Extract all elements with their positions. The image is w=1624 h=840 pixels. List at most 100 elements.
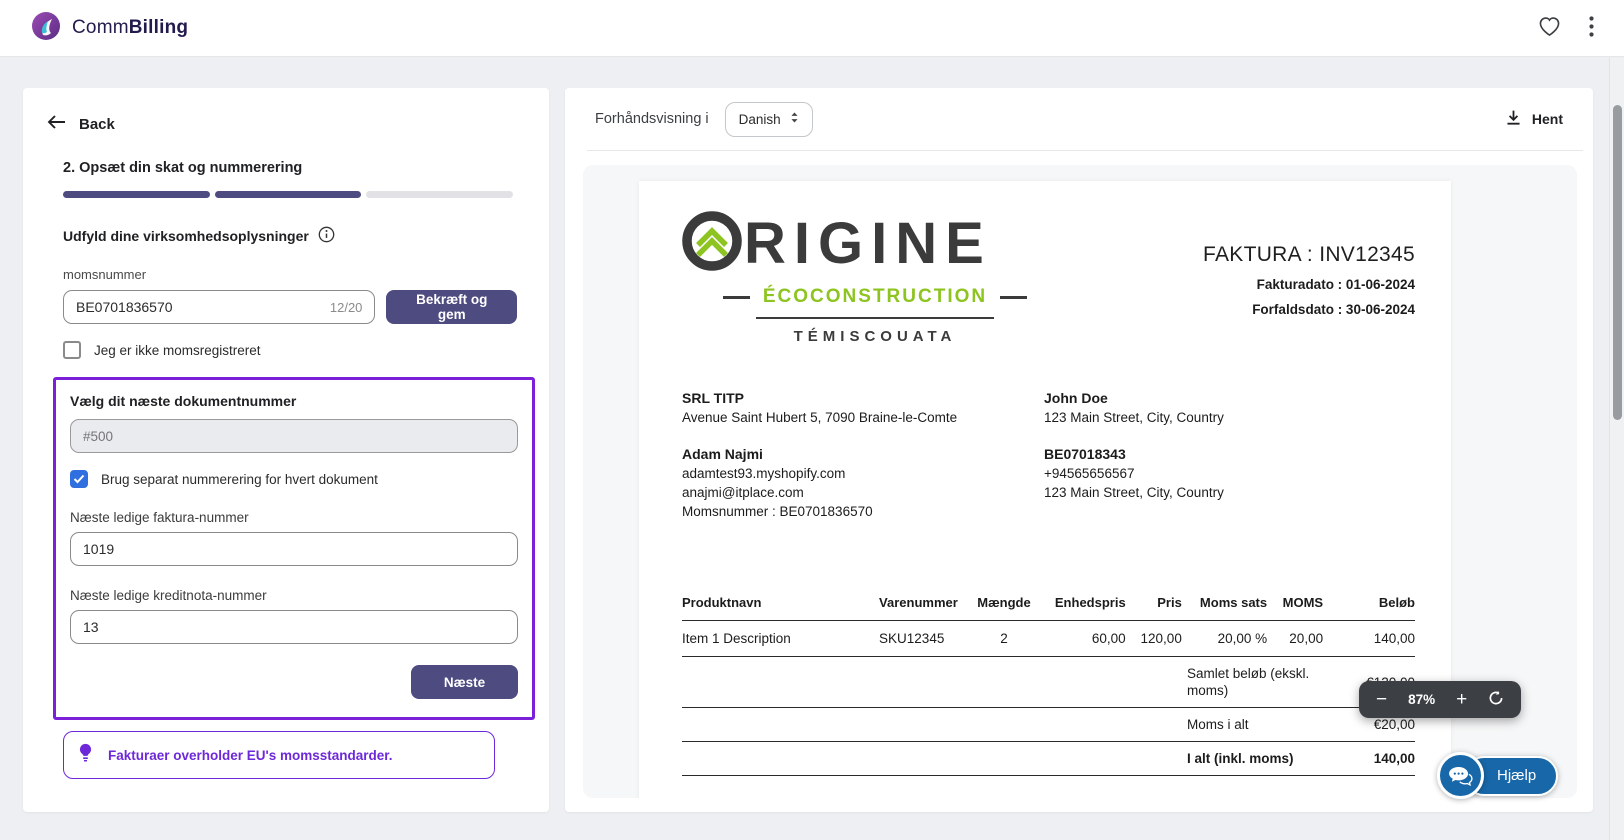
updown-arrows-icon <box>790 111 799 127</box>
header-divider <box>587 150 1583 151</box>
zoom-reset-button[interactable] <box>1488 690 1504 710</box>
progress-bar <box>63 191 514 198</box>
download-button[interactable]: Hent <box>1505 109 1563 129</box>
subtotal-row: Samlet beløb (ekskl. moms) €120,00 <box>682 657 1415 708</box>
table-header-cell: Varenummer <box>873 591 970 621</box>
table-header-cell: Moms sats <box>1181 591 1268 621</box>
seller-company: SRL TITP <box>682 390 744 406</box>
next-button[interactable]: Næste <box>411 665 518 699</box>
arrow-left-icon <box>47 115 66 133</box>
vat-number-input[interactable] <box>76 299 330 315</box>
table-cell: 2 <box>969 620 1039 657</box>
setup-wizard-panel: Back 2. Opsæt din skat og nummerering Ud… <box>23 88 549 812</box>
table-row: Item 1 Description SKU12345 2 60,00 120,… <box>682 620 1415 657</box>
logo-subtitle: ÉCOCONSTRUCTION <box>762 286 988 307</box>
language-select[interactable]: Danish <box>724 101 813 137</box>
character-counter: 12/20 <box>329 299 363 315</box>
buyer-address-2: 123 Main Street, City, Country <box>1044 485 1224 500</box>
grand-total-row: I alt (inkl. moms) 140,00 <box>682 742 1415 776</box>
table-header-cell: Produktnavn <box>682 591 874 621</box>
separate-numbering-label: Brug separat nummerering for hvert dokum… <box>101 471 378 487</box>
next-credit-note-input[interactable] <box>83 619 505 635</box>
download-icon <box>1505 109 1522 129</box>
vat-total-label: Moms i alt <box>1187 717 1249 732</box>
logo-wordmark: RIGINE <box>744 210 992 276</box>
reset-rotate-icon <box>1488 690 1504 711</box>
progress-segment <box>366 191 514 198</box>
back-label: Back <box>79 115 115 133</box>
logo-o-chevron-icon <box>682 211 742 276</box>
grand-total-value: 140,00 <box>1373 751 1415 766</box>
vat-total-row: Moms i alt €20,00 <box>682 708 1415 742</box>
seller-address-block: SRL TITP Avenue Saint Hubert 5, 7090 Bra… <box>682 389 1044 521</box>
seller-address: Avenue Saint Hubert 5, 7090 Braine-le-Co… <box>682 410 958 425</box>
checkmark-icon <box>73 472 85 487</box>
not-vat-registered-checkbox[interactable] <box>63 341 81 359</box>
subtotal-label: Samlet beløb (ekskl. moms) <box>1187 666 1310 698</box>
back-button[interactable]: Back <box>47 115 115 133</box>
invoice-logo: RIGINE ÉCOCONSTRUCTION TÉMISCOUATA <box>682 211 1082 345</box>
invoice-due-date: Forfaldsdato : 30-06-2024 <box>1252 302 1415 317</box>
favorites-button[interactable] <box>1538 16 1561 40</box>
separate-numbering-checkbox[interactable] <box>70 470 88 488</box>
brand-logo-icon <box>30 10 62 47</box>
zoom-level: 87% <box>1408 692 1436 707</box>
download-label: Hent <box>1531 111 1563 127</box>
table-cell: 120,00 <box>1125 620 1182 657</box>
info-icon[interactable] <box>318 226 335 246</box>
progress-segment <box>63 191 210 198</box>
brand-logo: CommBilling <box>30 10 188 47</box>
next-credit-note-label: Næste ledige kreditnota-nummer <box>70 588 267 603</box>
invoice-document: RIGINE ÉCOCONSTRUCTION TÉMISCOUATA FAKTU… <box>639 181 1451 798</box>
next-invoice-field-shell <box>70 532 518 566</box>
help-widget[interactable]: Hjælp <box>1437 752 1559 799</box>
brand-name: CommBilling <box>72 17 189 38</box>
preview-header: Forhåndsvisning i Danish Hent <box>565 88 1593 150</box>
vat-number-field-shell: 12/20 <box>63 290 376 324</box>
doc-number-field-shell <box>70 419 518 453</box>
logo-dash <box>722 295 750 299</box>
zoom-toolbar: − 87% + <box>1359 681 1522 718</box>
seller-website: adamtest93.myshopify.com <box>682 466 846 481</box>
invoice-title: FAKTURA : INV12345 <box>1203 243 1415 266</box>
buyer-name: John Doe <box>1044 390 1108 406</box>
overflow-menu-button[interactable] <box>1589 16 1594 40</box>
table-header-cell: Pris <box>1125 591 1182 621</box>
seller-contact: Adam Najmi <box>682 446 763 462</box>
company-section-title: Udfyld dine virksomhedsoplysninger <box>63 228 309 244</box>
top-app-bar: CommBilling <box>0 0 1624 57</box>
chat-bubbles-icon <box>1437 752 1484 799</box>
compliance-tip-box: Fakturaer overholder EU's momsstandarder… <box>63 731 495 779</box>
seller-email: anajmi@itplace.com <box>682 485 804 500</box>
not-vat-registered-label: Jeg er ikke momsregistreret <box>94 342 261 358</box>
logo-dash <box>1000 295 1028 299</box>
buyer-address-block: John Doe 123 Main Street, City, Country … <box>1044 389 1224 521</box>
table-cell: 60,00 <box>1038 620 1126 657</box>
scrollbar-thumb[interactable] <box>1613 105 1622 420</box>
vat-total-value: €20,00 <box>1373 717 1415 732</box>
confirm-save-button[interactable]: Bekræft og gem <box>386 290 517 324</box>
logo-tagline: TÉMISCOUATA <box>793 328 957 345</box>
next-invoice-number-label: Næste ledige faktura-nummer <box>70 510 249 525</box>
next-credit-note-field-shell <box>70 610 518 644</box>
table-header-cell: Mængde <box>969 591 1039 621</box>
zoom-in-button[interactable]: + <box>1456 690 1467 709</box>
grand-total-label: I alt (inkl. moms) <box>1187 751 1294 766</box>
zoom-out-button[interactable]: − <box>1376 690 1387 709</box>
document-number-highlight-box: Vælg dit næste dokumentnummer Brug separ… <box>53 377 535 720</box>
compliance-tip-text: Fakturaer overholder EU's momsstandarder… <box>108 747 393 763</box>
step-title: 2. Opsæt din skat og nummerering <box>63 160 303 176</box>
table-header-row: Produktnavn Varenummer Mængde Enhedspris… <box>682 591 1415 621</box>
page-scrollbar <box>1609 58 1624 840</box>
table-cell: Item 1 Description <box>682 620 874 657</box>
buyer-address: 123 Main Street, City, Country <box>1044 410 1224 425</box>
buyer-vat: BE07018343 <box>1044 446 1126 462</box>
kebab-menu-icon <box>1589 16 1594 40</box>
seller-vat: Momsnummer : BE0701836570 <box>682 504 873 519</box>
progress-segment <box>214 191 362 198</box>
doc-number-input <box>83 428 505 444</box>
next-invoice-number-input[interactable] <box>83 541 505 557</box>
table-header-cell: MOMS <box>1267 591 1324 621</box>
table-cell: 140,00 <box>1323 620 1415 657</box>
preview-language-label: Forhåndsvisning i <box>595 111 709 127</box>
